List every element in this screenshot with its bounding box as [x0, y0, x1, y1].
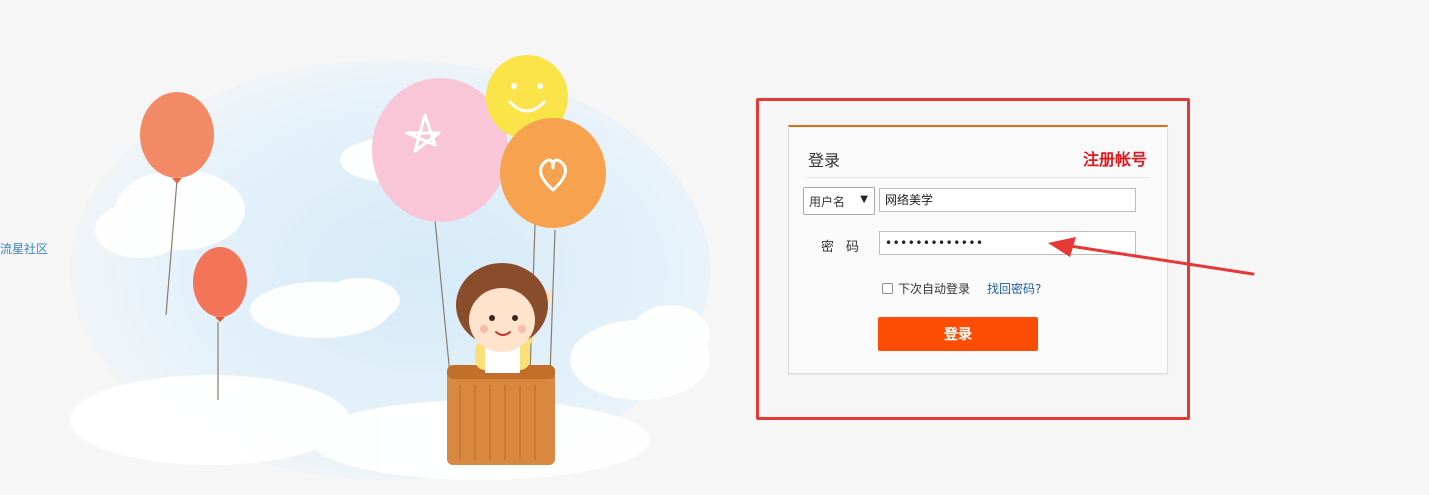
remember-label[interactable]: 下次自动登录 [898, 280, 970, 297]
remember-checkbox[interactable] [882, 283, 893, 294]
login-submit-button[interactable]: 登录 [878, 317, 1038, 351]
account-type-select[interactable]: 用户名 ▼ [803, 187, 875, 215]
username-input[interactable]: 网络美学 [879, 188, 1136, 212]
chevron-down-icon: ▼ [860, 194, 868, 205]
balloon-illustration [70, 55, 710, 480]
login-title: 登录 [808, 151, 841, 170]
remember-row: 下次自动登录 找回密码? [882, 280, 1041, 297]
annotation-arrow-icon [1048, 237, 1255, 276]
register-link[interactable]: 注册帐号 [1083, 146, 1147, 170]
password-label: 密码 [821, 240, 872, 255]
login-header: 登录 注册帐号 [807, 127, 1149, 178]
side-community-link[interactable]: 流星社区 [0, 240, 48, 257]
account-type-value: 用户名 [809, 194, 846, 209]
